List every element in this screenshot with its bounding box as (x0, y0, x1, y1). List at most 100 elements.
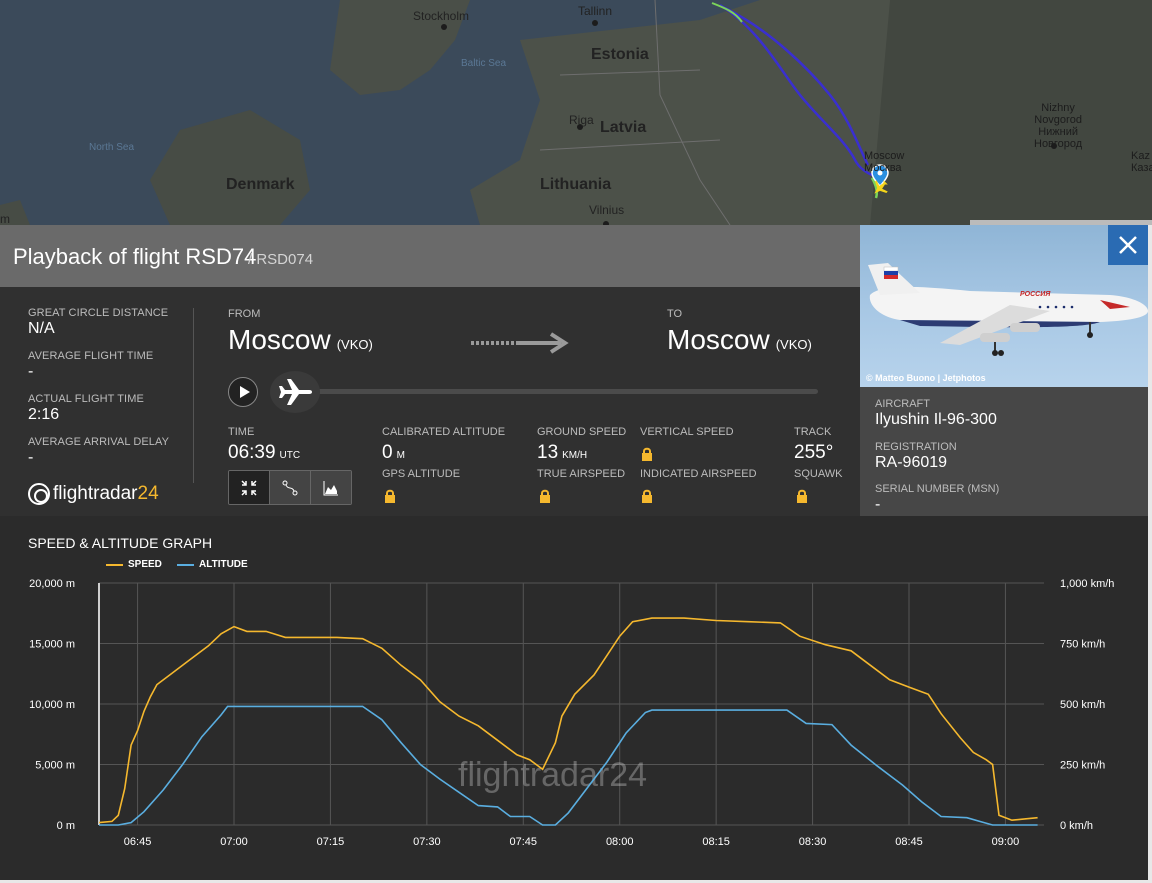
x-tick-label: 08:30 (799, 836, 827, 848)
map-label-nizhny-4: Новгород (1034, 138, 1083, 150)
y-right-tick-label: 0 km/h (1060, 820, 1093, 832)
y-left-tick-label: 15,000 m (29, 639, 75, 651)
map-label-moscow-ru: Москва (864, 162, 902, 174)
route-icon (282, 480, 298, 495)
ground-speed-label: GROUND SPEED (537, 426, 627, 438)
flight-stats: GREAT CIRCLE DISTANCE N/A AVERAGE FLIGHT… (28, 307, 193, 479)
lock-icon (642, 489, 652, 503)
map-view[interactable]: Stockholm Tallinn Estonia Baltic Sea Rig… (0, 0, 1152, 225)
x-tick-label: 07:30 (413, 836, 441, 848)
y-right-tick-label: 750 km/h (1060, 639, 1105, 651)
speed-altitude-graph: SPEED & ALTITUDE GRAPH SPEED ALTITUDE 20… (0, 516, 1148, 880)
stat-great-circle: GREAT CIRCLE DISTANCE N/A (28, 307, 193, 350)
aircraft-label: AIRCRAFT (875, 398, 930, 410)
ground-speed-number: 13 (537, 442, 559, 463)
playback-header: Playback of flight RSD74 / RSD074 (0, 225, 860, 287)
fit-view-button[interactable] (229, 471, 270, 504)
to-airport[interactable]: Moscow (VKO) (667, 324, 812, 356)
y-right-tick-label: 500 km/h (1060, 699, 1105, 711)
from-airport[interactable]: Moscow (VKO) (228, 324, 373, 356)
map-label-nizhny-2: Novgorod (1034, 114, 1082, 126)
close-icon (1119, 236, 1137, 254)
lock-icon (797, 489, 807, 503)
time-unit: UTC (279, 450, 301, 461)
to-label: TO (667, 308, 683, 320)
graph-watermark: flightradar24 (458, 756, 647, 794)
vertical-speed-label: VERTICAL SPEED (640, 426, 734, 438)
airplane-icon (279, 379, 312, 405)
divider (193, 308, 194, 483)
y-right-tick-label: 250 km/h (1060, 760, 1105, 772)
x-tick-label: 07:15 (317, 836, 345, 848)
from-city: Moscow (228, 324, 331, 355)
route-button[interactable] (270, 471, 311, 504)
x-tick-label: 07:00 (220, 836, 248, 848)
y-right-tick-label: 1,000 km/h (1060, 578, 1114, 590)
play-button[interactable] (228, 377, 258, 407)
aircraft-photo[interactable]: РОССИЯ © Matteo Buono | Jetphotos (860, 225, 1148, 387)
map-label-denmark: Denmark (226, 176, 295, 193)
stat-value: 2:16 (28, 406, 60, 423)
stat-value: - (28, 363, 34, 380)
x-tick-label: 07:45 (510, 836, 538, 848)
map-label-estonia: Estonia (591, 46, 649, 63)
flight-callsign: / RSD074 (248, 251, 314, 268)
close-button[interactable] (1108, 225, 1148, 265)
page-title: Playback of flight RSD74 (13, 244, 257, 269)
aircraft-panel: РОССИЯ © Matteo Buono | Jetphotos AIRCRA… (860, 225, 1148, 516)
x-tick-label: 08:15 (702, 836, 730, 848)
stat-label: ACTUAL FLIGHT TIME (28, 393, 144, 405)
timeline-handle[interactable] (270, 371, 320, 413)
map-label-kazan-en: Kaz (1131, 150, 1150, 162)
playback-timeline[interactable] (298, 389, 818, 394)
track-value: 255° (794, 442, 834, 463)
true-airspeed-label: TRUE AIRSPEED (537, 468, 626, 480)
map-label-north-sea: North Sea (89, 142, 135, 153)
graph-button[interactable] (311, 471, 351, 504)
map-label-moscow-en: Moscow (864, 150, 905, 162)
gps-alt-label: GPS ALTITUDE (382, 468, 461, 480)
area-chart-icon (323, 480, 338, 495)
livery-text: РОССИЯ (1020, 291, 1051, 298)
y-left-tick-label: 20,000 m (29, 578, 75, 590)
x-tick-label: 08:00 (606, 836, 634, 848)
cal-alt-label: CALIBRATED ALTITUDE (382, 426, 506, 438)
time-number: 06:39 (228, 442, 276, 463)
squawk-label: SQUAWK (794, 468, 843, 480)
map-label-riga: Riga (569, 113, 594, 127)
y-left-tick-label: 5,000 m (35, 760, 75, 772)
serial-label: SERIAL NUMBER (MSN) (875, 483, 1000, 495)
flightradar24-logo[interactable]: flightradar 24 (28, 483, 159, 505)
aircraft-image (868, 263, 1148, 356)
map-label-vilnius: Vilnius (589, 203, 625, 217)
map-label-tallinn: Tallinn (578, 4, 613, 18)
time-label: TIME (228, 426, 255, 438)
registration-value[interactable]: RA-96019 (875, 454, 947, 472)
x-tick-label: 09:00 (992, 836, 1020, 848)
cal-alt-unit: M (396, 450, 405, 461)
map-label-nizhny: Nizhny Novgorod Нижний Новгород (1034, 102, 1082, 150)
map-label-nizhny-1: Nizhny (1041, 102, 1075, 114)
stat-avg-flight-time: AVERAGE FLIGHT TIME - (28, 350, 193, 393)
to-city: Moscow (667, 324, 770, 355)
map-label-stockholm: Stockholm (413, 9, 470, 23)
cal-alt-number: 0 (382, 442, 393, 463)
view-toolbar (228, 470, 352, 505)
map-label-edge: m (0, 212, 10, 225)
collapse-icon (241, 479, 257, 496)
route-arrow-icon (471, 332, 569, 354)
graph-canvas[interactable]: 20,000 m 1,000 km/h 15,000 m 750 km/h 10,000… (0, 516, 1148, 880)
map-label-nizhny-3: Нижний (1038, 126, 1079, 138)
stat-avg-arrival-delay: AVERAGE ARRIVAL DELAY - (28, 436, 193, 479)
lock-icon (642, 447, 652, 461)
ground-speed-unit: KM/H (562, 450, 588, 461)
aircraft-value[interactable]: Ilyushin Il-96-300 (875, 411, 997, 429)
stat-label: GREAT CIRCLE DISTANCE (28, 307, 169, 319)
page-edge (1148, 225, 1152, 883)
map-label-lithuania: Lithuania (540, 176, 612, 193)
from-label: FROM (228, 308, 261, 320)
from-code: (VKO) (336, 337, 373, 352)
map-label-moscow: Moscow Москва (864, 150, 904, 174)
stat-actual-flight-time: ACTUAL FLIGHT TIME 2:16 (28, 393, 193, 436)
photo-credit[interactable]: © Matteo Buono | Jetphotos (866, 373, 986, 383)
